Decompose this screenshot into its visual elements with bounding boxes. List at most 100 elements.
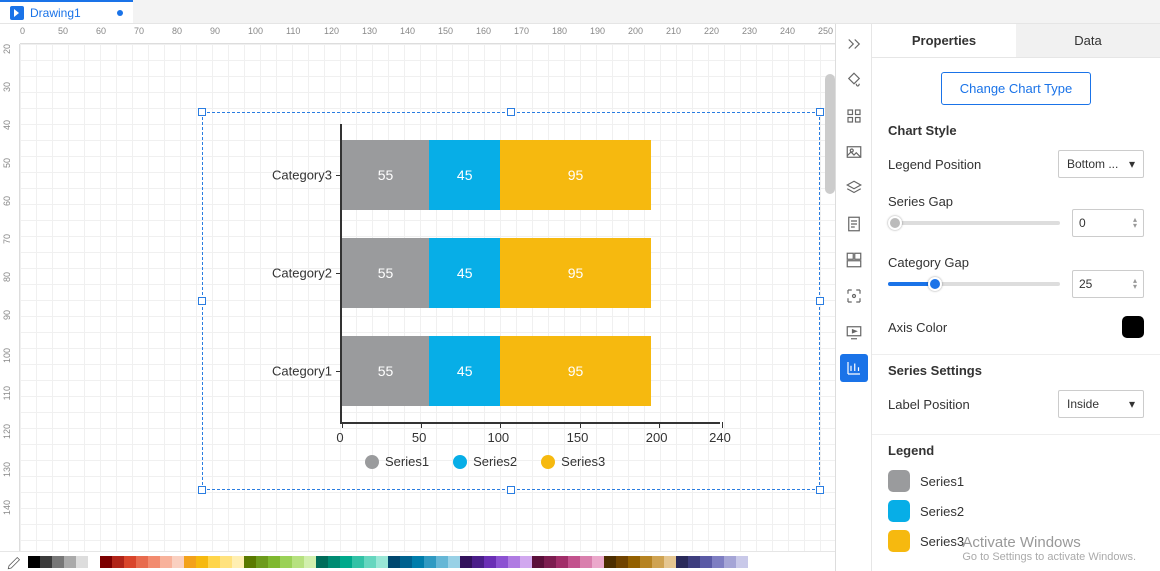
palette-color[interactable]	[172, 556, 184, 568]
palette-color[interactable]	[700, 556, 712, 568]
palette-color[interactable]	[448, 556, 460, 568]
palette-color[interactable]	[220, 556, 232, 568]
palette-color[interactable]	[436, 556, 448, 568]
chart-object[interactable]: Category3554595Category2554595Category15…	[270, 124, 750, 484]
palette-color[interactable]	[304, 556, 316, 568]
series-color-swatch[interactable]	[888, 500, 910, 522]
palette-color[interactable]	[640, 556, 652, 568]
drawing-canvas[interactable]: Category3554595Category2554595Category15…	[20, 44, 835, 551]
series-gap-stepper[interactable]: 0 ▴▾	[1072, 209, 1144, 237]
fill-icon[interactable]	[840, 66, 868, 94]
palette-color[interactable]	[88, 556, 100, 568]
palette-color[interactable]	[28, 556, 40, 568]
palette-color[interactable]	[544, 556, 556, 568]
scrollbar-thumb[interactable]	[825, 74, 835, 194]
tab-data[interactable]: Data	[1016, 24, 1160, 57]
palette-color[interactable]	[724, 556, 736, 568]
category-gap-slider[interactable]	[888, 282, 1060, 286]
palette-color[interactable]	[580, 556, 592, 568]
color-palette[interactable]	[0, 551, 835, 571]
palette-color[interactable]	[40, 556, 52, 568]
resize-handle[interactable]	[507, 486, 515, 494]
palette-color[interactable]	[124, 556, 136, 568]
palette-color[interactable]	[376, 556, 388, 568]
palette-color[interactable]	[100, 556, 112, 568]
document-tab[interactable]: Drawing1	[0, 0, 133, 23]
palette-color[interactable]	[388, 556, 400, 568]
palette-color[interactable]	[484, 556, 496, 568]
palette-color[interactable]	[616, 556, 628, 568]
palette-color[interactable]	[556, 556, 568, 568]
palette-picker-icon[interactable]	[6, 553, 24, 571]
palette-color[interactable]	[340, 556, 352, 568]
resize-handle[interactable]	[198, 297, 206, 305]
palette-color[interactable]	[316, 556, 328, 568]
palette-color[interactable]	[136, 556, 148, 568]
palette-color[interactable]	[472, 556, 484, 568]
palette-color[interactable]	[196, 556, 208, 568]
legend-position-select[interactable]: Bottom ... ▾	[1058, 150, 1144, 178]
axis-color-swatch[interactable]	[1122, 316, 1144, 338]
palette-color[interactable]	[232, 556, 244, 568]
palette-color[interactable]	[712, 556, 724, 568]
resize-handle[interactable]	[816, 486, 824, 494]
palette-color[interactable]	[628, 556, 640, 568]
resize-handle[interactable]	[198, 486, 206, 494]
palette-color[interactable]	[268, 556, 280, 568]
category-gap-stepper[interactable]: 25 ▴▾	[1072, 270, 1144, 298]
palette-color[interactable]	[424, 556, 436, 568]
palette-color[interactable]	[52, 556, 64, 568]
series-color-swatch[interactable]	[888, 470, 910, 492]
palette-color[interactable]	[664, 556, 676, 568]
palette-color[interactable]	[736, 556, 748, 568]
resize-handle[interactable]	[816, 108, 824, 116]
snap-icon[interactable]	[840, 246, 868, 274]
palette-color[interactable]	[184, 556, 196, 568]
collapse-panel-icon[interactable]	[840, 30, 868, 58]
series-color-swatch[interactable]	[888, 530, 910, 552]
chart-properties-icon[interactable]	[840, 354, 868, 382]
palette-color[interactable]	[652, 556, 664, 568]
palette-color[interactable]	[460, 556, 472, 568]
present-icon[interactable]	[840, 318, 868, 346]
legend-series-row[interactable]: Series2	[888, 500, 1144, 522]
palette-color[interactable]	[328, 556, 340, 568]
stepper-arrows-icon[interactable]: ▴▾	[1133, 278, 1137, 290]
label-position-select[interactable]: Inside ▾	[1058, 390, 1144, 418]
palette-color[interactable]	[364, 556, 376, 568]
image-icon[interactable]	[840, 138, 868, 166]
palette-color[interactable]	[352, 556, 364, 568]
palette-color[interactable]	[676, 556, 688, 568]
palette-color[interactable]	[532, 556, 544, 568]
palette-color[interactable]	[160, 556, 172, 568]
apps-icon[interactable]	[840, 102, 868, 130]
palette-color[interactable]	[520, 556, 532, 568]
palette-color[interactable]	[256, 556, 268, 568]
palette-color[interactable]	[412, 556, 424, 568]
palette-color[interactable]	[112, 556, 124, 568]
tab-properties[interactable]: Properties	[872, 24, 1016, 57]
stepper-arrows-icon[interactable]: ▴▾	[1133, 217, 1137, 229]
layers-icon[interactable]	[840, 174, 868, 202]
resize-handle[interactable]	[198, 108, 206, 116]
palette-color[interactable]	[496, 556, 508, 568]
page-icon[interactable]	[840, 210, 868, 238]
palette-color[interactable]	[688, 556, 700, 568]
palette-color[interactable]	[292, 556, 304, 568]
palette-color[interactable]	[400, 556, 412, 568]
palette-color[interactable]	[208, 556, 220, 568]
resize-handle[interactable]	[507, 108, 515, 116]
palette-color[interactable]	[76, 556, 88, 568]
palette-color[interactable]	[280, 556, 292, 568]
palette-color[interactable]	[508, 556, 520, 568]
palette-color[interactable]	[148, 556, 160, 568]
series-gap-slider[interactable]	[888, 221, 1060, 225]
change-chart-type-button[interactable]: Change Chart Type	[941, 72, 1092, 105]
palette-color[interactable]	[592, 556, 604, 568]
focus-icon[interactable]	[840, 282, 868, 310]
vertical-scrollbar[interactable]	[825, 64, 835, 551]
palette-color[interactable]	[64, 556, 76, 568]
legend-series-row[interactable]: Series1	[888, 470, 1144, 492]
resize-handle[interactable]	[816, 297, 824, 305]
palette-color[interactable]	[568, 556, 580, 568]
